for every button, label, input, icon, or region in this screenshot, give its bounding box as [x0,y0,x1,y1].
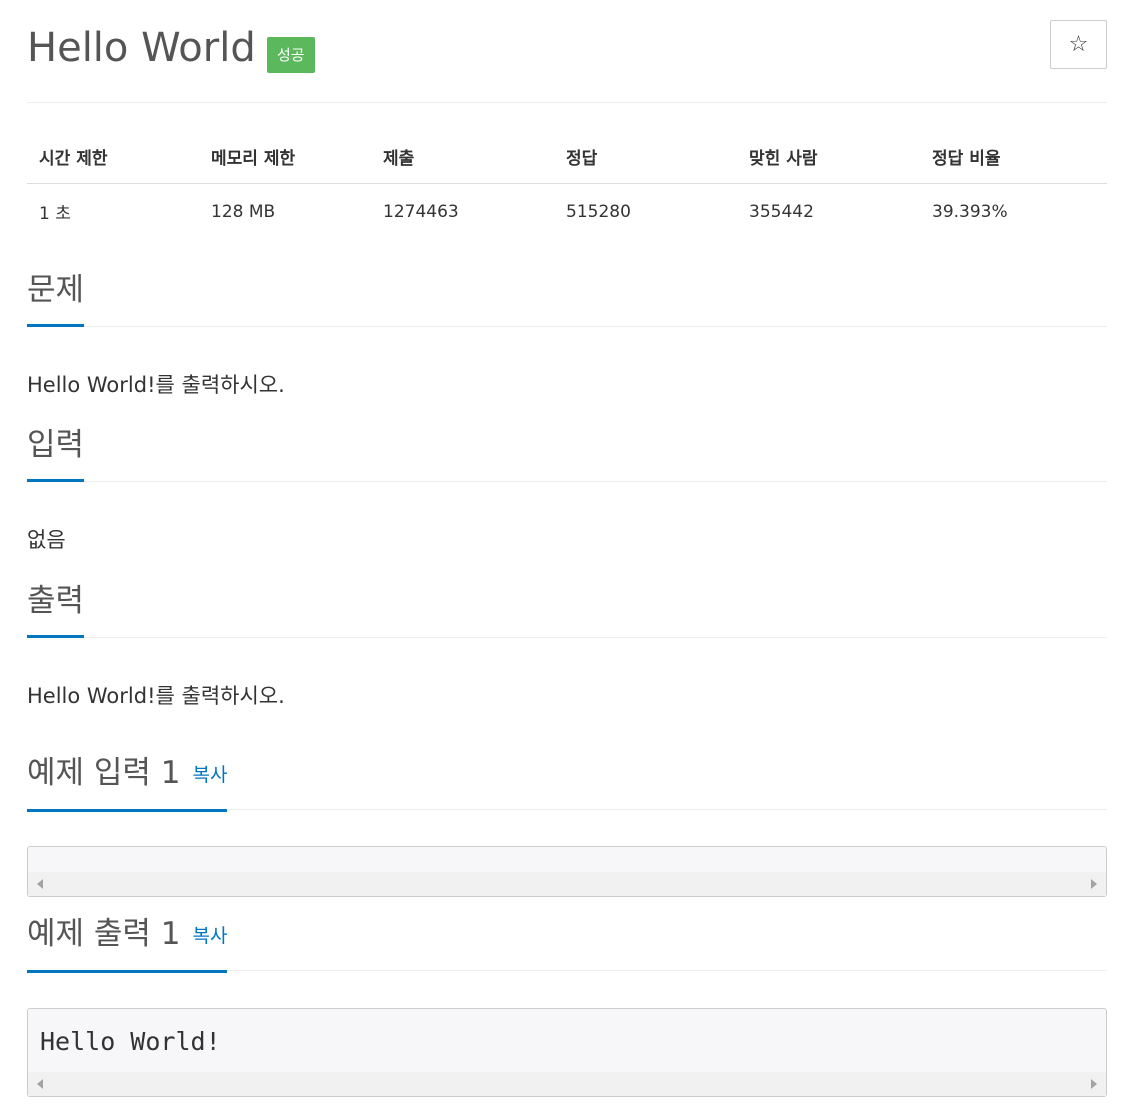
section-input-text: 없음 [27,528,66,552]
favorite-button[interactable]: ☆ [1050,20,1107,69]
scroll-right-icon[interactable] [1091,879,1097,889]
status-badge: 성공 [267,37,315,73]
copy-sample-output-button[interactable]: 복사 [193,925,228,947]
value-solvers: 355442 [749,201,814,222]
section-sample-input-title: 예제 입력 1 복사 [27,751,228,812]
sample-output-title-text: 예제 출력 1 [27,916,181,952]
sample-input-title-text: 예제 입력 1 [27,755,181,791]
header-accepted: 정답 [554,132,737,184]
section-output-header: 출력 [27,579,1107,638]
value-accepted: 515280 [566,201,631,222]
section-sample-output-header: 예제 출력 1 복사 [27,912,1107,973]
section-output-text: Hello World!를 출력하시오. [27,684,285,708]
section-output-title: 출력 [27,579,85,638]
problem-info-table: 시간 제한 메모리 제한 제출 정답 맞힌 사람 정답 비율 1 초 128 M… [27,132,1107,234]
scroll-left-icon[interactable] [37,879,43,889]
header-accept-ratio: 정답 비율 [920,132,1107,184]
section-description-header: 문제 [27,268,1107,327]
table-row: 1 초 128 MB 1274463 515280 355442 39.393% [27,184,1107,235]
title-row: Hello World 성공 ☆ [27,0,1107,103]
table-header-row: 시간 제한 메모리 제한 제출 정답 맞힌 사람 정답 비율 [27,132,1107,184]
section-description-title: 문제 [27,268,85,327]
star-icon: ☆ [1068,32,1089,57]
problem-page: Hello World 성공 ☆ 시간 제한 메모리 제한 제출 정답 맞힌 사… [27,0,1107,1097]
header-memory-limit: 메모리 제한 [199,132,371,184]
section-input-header: 입력 [27,423,1107,482]
copy-sample-input-button[interactable]: 복사 [193,764,228,786]
section-description-text: Hello World!를 출력하시오. [27,373,285,397]
sample-output-content: Hello World! [40,1027,221,1056]
problem-title: Hello World [27,25,256,71]
section-sample-output-title: 예제 출력 1 복사 [27,912,228,973]
scroll-right-icon[interactable] [1091,1079,1097,1089]
header-submissions: 제출 [371,132,554,184]
sample-output-scrollbar[interactable] [28,1072,1106,1096]
sample-input-box[interactable] [27,846,1107,897]
sample-output-box[interactable]: Hello World! [27,1008,1107,1097]
value-time-limit: 1 초 [39,204,71,224]
header-solvers: 맞힌 사람 [737,132,920,184]
header-time-limit: 시간 제한 [27,132,199,184]
value-memory-limit: 128 MB [211,201,276,222]
sample-input-scrollbar[interactable] [28,872,1106,896]
scroll-left-icon[interactable] [37,1079,43,1089]
value-accept-ratio: 39.393% [932,201,1008,222]
section-sample-input-header: 예제 입력 1 복사 [27,751,1107,812]
section-input-title: 입력 [27,423,85,482]
value-submissions: 1274463 [383,201,459,222]
